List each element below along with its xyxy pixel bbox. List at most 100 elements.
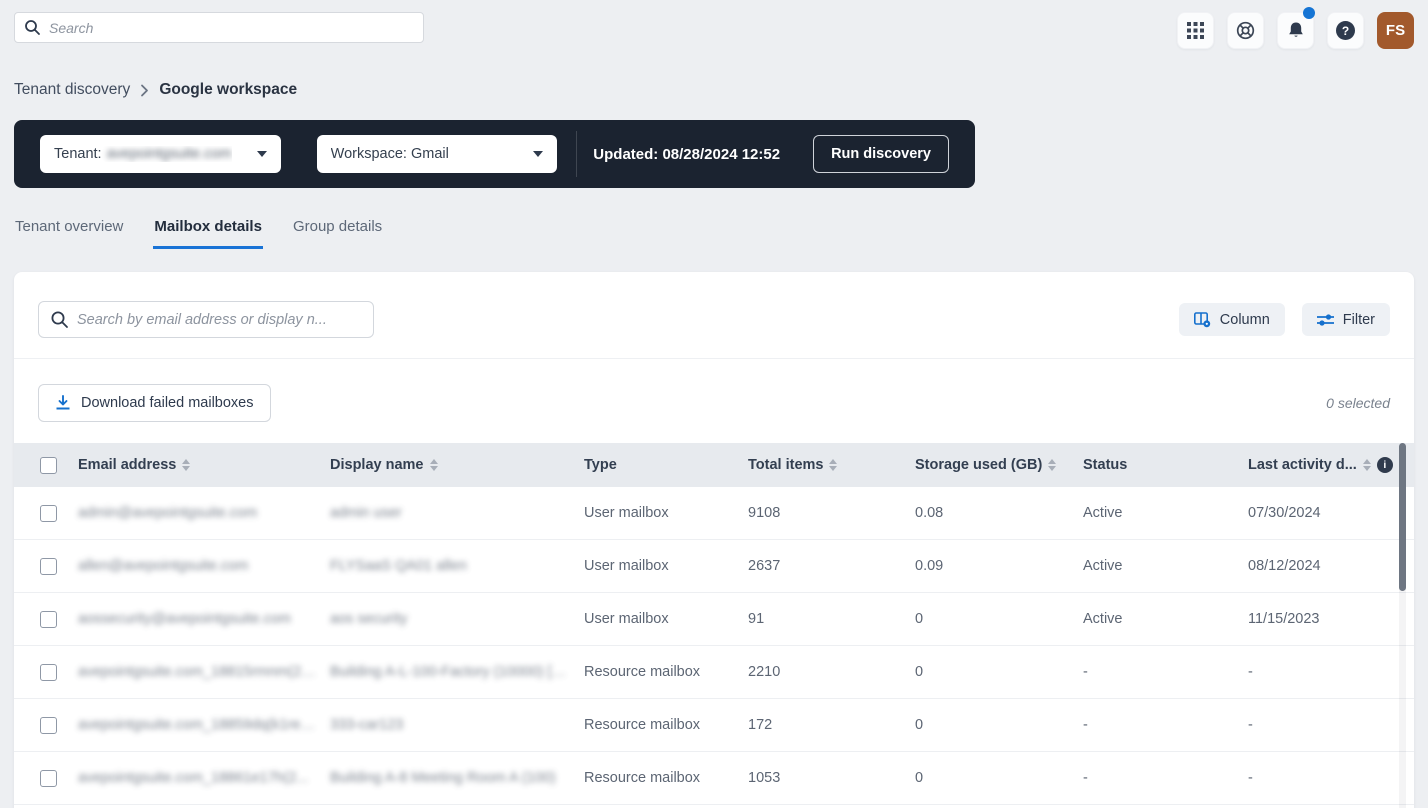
row-checkbox[interactable] [40, 611, 57, 628]
status-cell: - [1083, 717, 1248, 733]
select-all-checkbox[interactable] [40, 457, 57, 474]
tenant-dropdown[interactable]: Tenant: avepointgsuite.com [40, 135, 281, 173]
row-checkbox-cell [14, 770, 78, 787]
total-items-cell: 2210 [748, 664, 915, 680]
breadcrumb: Tenant discovery Google workspace [14, 81, 1414, 99]
status-cell: Active [1083, 505, 1248, 521]
table-search-input[interactable] [38, 301, 374, 338]
support-button[interactable] [1227, 12, 1264, 49]
row-checkbox[interactable] [40, 717, 57, 734]
caret-down-icon [257, 151, 267, 157]
vertical-scrollbar-track[interactable] [1399, 443, 1406, 808]
row-checkbox-cell [14, 558, 78, 575]
tenant-label: Tenant: [54, 146, 102, 162]
table-body: admin@avepointgsuite.com admin user User… [14, 487, 1414, 805]
global-search-input[interactable] [14, 12, 424, 43]
email-cell: admin@avepointgsuite.com [78, 505, 330, 521]
tab[interactable]: Tenant overview [14, 218, 124, 249]
total-items-cell: 9108 [748, 505, 915, 521]
vertical-scrollbar-thumb[interactable] [1399, 443, 1406, 591]
column-header[interactable]: Display name i [330, 457, 584, 473]
download-failed-mailboxes-button[interactable]: Download failed mailboxes [38, 384, 271, 422]
column-header[interactable]: Email address i [78, 457, 330, 473]
last-activity-cell: - [1248, 770, 1414, 786]
column-header[interactable]: Status i [1083, 457, 1248, 473]
total-items-cell: 2637 [748, 558, 915, 574]
email-cell: avepointgsuite.com_18859dq(k1ret... [78, 717, 330, 733]
row-checkbox[interactable] [40, 664, 57, 681]
email-cell: allen@avepointgsuite.com [78, 558, 330, 574]
column-header-label: Type [584, 457, 617, 473]
column-header[interactable]: Type i [584, 457, 748, 473]
table-header: Email address i Display name i Type i [14, 443, 1414, 487]
status-cell: Active [1083, 611, 1248, 627]
info-icon[interactable]: i [1377, 457, 1393, 473]
divider [14, 358, 1414, 359]
column-button[interactable]: Column [1179, 303, 1285, 336]
display-name-cell: 333-car123 [330, 717, 584, 733]
tenant-value: avepointgsuite.com [107, 146, 232, 162]
toolbar-buttons: Column Filter [1179, 303, 1390, 336]
sort-arrows-icon[interactable] [1363, 459, 1371, 471]
display-name-cell: Building A-L-100-Factory (10000) [M... [330, 664, 584, 680]
total-items-cell: 91 [748, 611, 915, 627]
last-activity-cell: - [1248, 664, 1414, 680]
download-button-label: Download failed mailboxes [81, 395, 254, 411]
type-cell: User mailbox [584, 505, 748, 521]
last-activity-cell: 11/15/2023 [1248, 611, 1414, 627]
help-button[interactable]: ? [1327, 12, 1364, 49]
row-checkbox-cell [14, 664, 78, 681]
sort-arrows-icon[interactable] [829, 459, 837, 471]
sort-arrows-icon[interactable] [430, 459, 438, 471]
column-header[interactable]: Total items i [748, 457, 915, 473]
column-header-label: Last activity d... [1248, 457, 1357, 473]
bell-icon [1287, 21, 1305, 40]
status-cell: - [1083, 770, 1248, 786]
row-checkbox-cell [14, 717, 78, 734]
column-settings-icon [1194, 312, 1211, 328]
breadcrumb-parent[interactable]: Tenant discovery [14, 81, 130, 99]
type-cell: Resource mailbox [584, 770, 748, 786]
divider [576, 131, 577, 177]
storage-used-cell: 0.09 [915, 558, 1083, 574]
search-icon [24, 19, 41, 36]
email-cell: aossecurity@avepointgsuite.com [78, 611, 330, 627]
column-header[interactable]: Storage used (GB) i [915, 457, 1083, 473]
row-checkbox[interactable] [40, 558, 57, 575]
row-checkbox[interactable] [40, 770, 57, 787]
last-activity-cell: - [1248, 717, 1414, 733]
apps-button[interactable] [1177, 12, 1214, 49]
notifications-button[interactable] [1277, 12, 1314, 49]
row-checkbox[interactable] [40, 505, 57, 522]
last-activity-cell: 07/30/2024 [1248, 505, 1414, 521]
download-icon [55, 395, 71, 411]
header-checkbox-cell [14, 457, 78, 474]
avatar[interactable]: FS [1377, 12, 1414, 49]
global-search [14, 12, 424, 43]
run-discovery-button[interactable]: Run discovery [813, 135, 949, 173]
display-name-cell: admin user [330, 505, 584, 521]
storage-used-cell: 0 [915, 664, 1083, 680]
storage-used-cell: 0.08 [915, 505, 1083, 521]
row-checkbox-cell [14, 505, 78, 522]
notification-dot [1303, 7, 1315, 19]
table-row: avepointgsuite.com_18815rmnm(2s... Build… [14, 646, 1414, 699]
selected-count: 0 selected [1326, 395, 1390, 411]
filter-button[interactable]: Filter [1302, 303, 1390, 336]
table-row: admin@avepointgsuite.com admin user User… [14, 487, 1414, 540]
tab[interactable]: Group details [292, 218, 383, 249]
topbar-actions: ? FS [1177, 12, 1414, 49]
caret-down-icon [533, 151, 543, 157]
sort-arrows-icon[interactable] [182, 459, 190, 471]
table-actions-row: Download failed mailboxes 0 selected [38, 384, 1390, 422]
tab[interactable]: Mailbox details [153, 218, 263, 249]
table-row: aossecurity@avepointgsuite.com aos secur… [14, 593, 1414, 646]
column-header[interactable]: Last activity d... i [1248, 457, 1414, 473]
sort-arrows-icon[interactable] [1048, 459, 1056, 471]
email-cell: avepointgsuite.com_18815rmnm(2s... [78, 664, 330, 680]
topbar: ? FS [0, 0, 1428, 49]
workspace-dropdown[interactable]: Workspace: Gmail [317, 135, 558, 173]
display-name-cell: aos security [330, 611, 584, 627]
apps-grid-icon [1187, 22, 1204, 39]
page: ? FS Tenant discovery Google workspace T… [0, 0, 1428, 808]
